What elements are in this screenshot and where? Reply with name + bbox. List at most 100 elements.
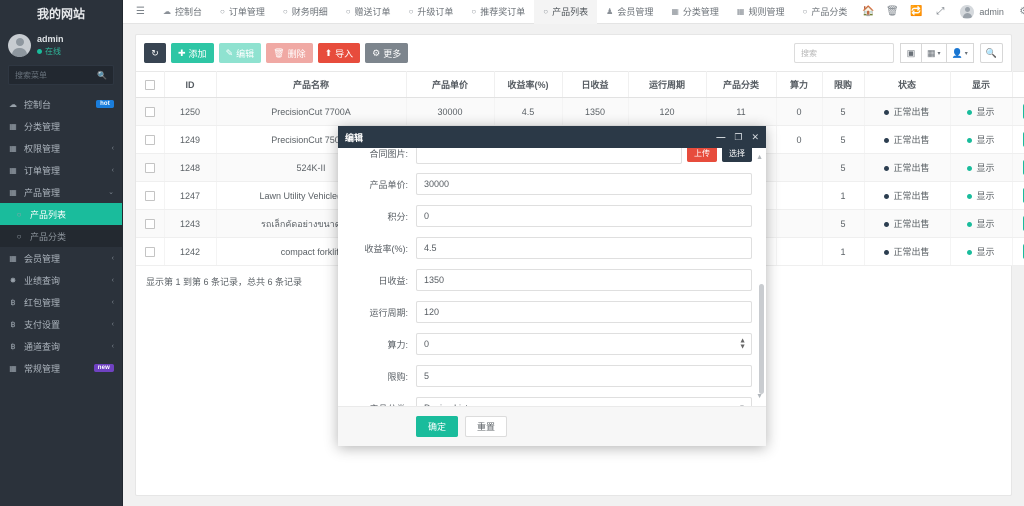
column-header-10[interactable]: 状态 [864, 71, 951, 98]
menu-search[interactable]: 🔍 [8, 65, 114, 85]
table-row[interactable]: 1250 PrecisionCut 7700A 30000 4.5 1350 120 11 0… [136, 97, 1024, 126]
column-header-6[interactable]: 运行周期 [628, 71, 707, 98]
delete-button[interactable]: 🗑 删除 [266, 43, 313, 63]
chevron-down-icon[interactable]: ▼ [756, 393, 763, 400]
sidebar-item-label: 红包管理 [24, 297, 61, 308]
row-checkbox[interactable] [144, 218, 155, 229]
refresh-icon[interactable]: 🔁 [904, 6, 928, 17]
refresh-button[interactable]: ↻ [144, 43, 166, 63]
sidebar-item-8[interactable]: ✸ 业绩查询 ‹ [0, 269, 122, 291]
column-toggle-icon[interactable]: ▦ ▾ [922, 43, 947, 63]
contract-image-input[interactable] [416, 148, 682, 164]
tab-label: 推荐奖订单 [480, 7, 526, 17]
sidebar-item-1[interactable]: ▦ 分类管理 [0, 115, 122, 137]
field-input-3[interactable] [416, 237, 752, 259]
circle-icon: ○ [16, 231, 22, 241]
tool-group: ▣ ▦ ▾ 👤 ▾ [900, 43, 974, 63]
home-icon[interactable]: 🏠 [856, 6, 880, 17]
column-header-12[interactable]: 操作编辑 [1012, 71, 1024, 98]
select-all-checkbox[interactable] [144, 79, 155, 90]
sidebar-item-4[interactable]: ▦ 产品管理 ⌄ [0, 181, 122, 203]
field-input-4[interactable] [416, 269, 752, 291]
import-button[interactable]: ⬆ 导入 [317, 43, 361, 63]
field-input-2[interactable] [416, 205, 752, 227]
upload-button[interactable]: 上传 [687, 148, 717, 162]
tab-4[interactable]: ○ 升级订单 [400, 0, 463, 24]
sidebar-item-3[interactable]: ▦ 订单管理 ‹ [0, 159, 122, 181]
form-row-2: 积分: [338, 205, 766, 227]
cell-name: PrecisionCut 7700A [216, 97, 407, 126]
field-input-1[interactable] [416, 173, 752, 195]
search-input[interactable] [794, 43, 895, 63]
tab-10[interactable]: ○ 产品分类 [793, 0, 856, 24]
tab-5[interactable]: ○ 推荐奖订单 [462, 0, 534, 24]
column-header-11[interactable]: 显示 [950, 71, 1013, 98]
tab-3[interactable]: ○ 赠送订单 [337, 0, 400, 24]
tab-8[interactable]: ▦ 分类管理 [662, 0, 728, 24]
add-button[interactable]: ✚ 添加 [171, 43, 214, 63]
column-header-2[interactable]: 产品名称 [216, 71, 407, 98]
fullscreen-toggle-icon[interactable]: ▣ [900, 43, 923, 63]
row-checkbox[interactable] [144, 190, 155, 201]
field-input-7[interactable] [416, 365, 752, 387]
fullscreen-icon[interactable]: ⤢ [928, 6, 952, 17]
column-header-7[interactable]: 产品分类 [706, 71, 777, 98]
search-button[interactable]: 🔍 [979, 43, 1003, 63]
column-header-0[interactable] [136, 71, 165, 98]
sidebar-user[interactable]: admin 在线 [0, 28, 122, 65]
chevron-up-icon[interactable]: ▲ [756, 154, 763, 161]
menu-search-input[interactable] [15, 70, 107, 80]
column-header-5[interactable]: 日收益 [562, 71, 629, 98]
number-input-6[interactable] [416, 333, 752, 355]
row-checkbox-cell[interactable] [136, 237, 165, 266]
tab-6[interactable]: ○ 产品列表 [534, 0, 598, 24]
trash-icon[interactable]: 🗑 [880, 6, 904, 17]
sidebar-item-9[interactable]: ฿ 红包管理 ‹ [0, 291, 122, 313]
column-header-1[interactable]: ID [164, 71, 217, 98]
field-input-5[interactable] [416, 301, 752, 323]
close-icon[interactable]: ✕ [751, 132, 759, 142]
row-checkbox-cell[interactable] [136, 153, 165, 182]
cell-id: 1249 [164, 125, 217, 154]
sidebar-item-5[interactable]: ○ 产品列表 [0, 203, 122, 225]
row-checkbox-cell[interactable] [136, 125, 165, 154]
tab-9[interactable]: ▦ 规则管理 [728, 0, 794, 24]
column-header-8[interactable]: 算力 [776, 71, 823, 98]
gear-icon[interactable]: ⚙ [1012, 6, 1024, 17]
topbar-user[interactable]: admin [952, 4, 1012, 19]
tab-2[interactable]: ○ 财务明细 [274, 0, 337, 24]
person-filter-icon[interactable]: 👤 ▾ [946, 43, 974, 63]
row-checkbox[interactable] [144, 162, 155, 173]
sidebar-item-2[interactable]: ▦ 权限管理 ‹ [0, 137, 122, 159]
row-checkbox[interactable] [144, 106, 155, 117]
sidebar-item-11[interactable]: ฿ 通道查询 ‹ [0, 335, 122, 357]
tab-label: 分类管理 [682, 7, 719, 17]
row-checkbox[interactable] [144, 134, 155, 145]
choose-file-button[interactable]: 选择 [722, 148, 752, 162]
row-checkbox-cell[interactable] [136, 97, 165, 126]
maximize-icon[interactable]: ❐ [734, 132, 742, 142]
tab-0[interactable]: ☁ 控制台 [154, 0, 211, 24]
row-checkbox[interactable] [144, 246, 155, 257]
minimize-icon[interactable]: — [716, 132, 725, 142]
confirm-button[interactable]: 确定 [416, 416, 459, 437]
sidebar-item-12[interactable]: ▦ 常规管理 new [0, 357, 122, 379]
tab-7[interactable]: ♟ 会员管理 [597, 0, 662, 24]
reset-button[interactable]: 重置 [465, 416, 508, 437]
edit-button[interactable]: ✎ 编辑 [218, 43, 262, 63]
row-checkbox-cell[interactable] [136, 181, 165, 210]
select-8[interactable]: Device List [416, 397, 752, 406]
column-header-3[interactable]: 产品单价 [406, 71, 495, 98]
more-button[interactable]: ⚙ 更多 [365, 43, 409, 63]
tab-1[interactable]: ○ 订单管理 [211, 0, 274, 24]
sidebar-item-10[interactable]: ฿ 支付设置 ‹ [0, 313, 122, 335]
row-checkbox-cell[interactable] [136, 209, 165, 238]
sidebar-item-7[interactable]: ▦ 会员管理 ‹ [0, 247, 122, 269]
modal-scroll-thumb[interactable] [759, 284, 764, 394]
column-header-4[interactable]: 收益率(%) [494, 71, 563, 98]
column-header-9[interactable]: 限购 [822, 71, 865, 98]
modal-header[interactable]: 编辑 — ❐ ✕ [338, 126, 766, 148]
hamburger-icon[interactable]: ☰ [127, 0, 154, 24]
sidebar-item-6[interactable]: ○ 产品分类 [0, 225, 122, 247]
sidebar-item-0[interactable]: ☁ 控制台 hot [0, 93, 122, 115]
